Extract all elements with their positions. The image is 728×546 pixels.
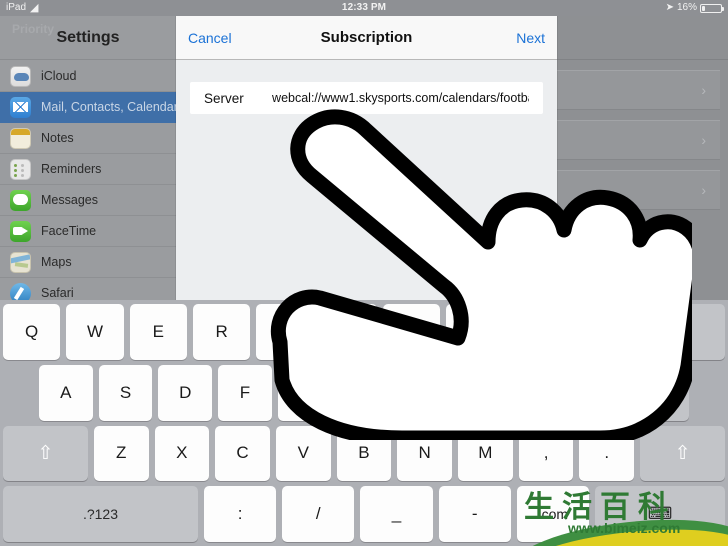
key-i[interactable]: I (446, 304, 504, 360)
backspace-key[interactable]: ⌫ (636, 304, 725, 360)
shift-key-left[interactable]: ⇧ (3, 425, 88, 482)
keyboard-row-1: Q W E R T Y U I O P ⌫ (3, 304, 725, 360)
ghost-label: Priority (12, 22, 55, 36)
key-f[interactable]: F (218, 364, 272, 421)
key-comma[interactable]: , (518, 425, 574, 482)
battery-icon (700, 3, 724, 13)
sidebar-item-label: Mail, Contacts, Calendars (41, 100, 176, 114)
chevron-right-icon: › (701, 132, 706, 148)
sidebar-item-icloud[interactable]: iCloud (0, 61, 176, 92)
sidebar-item-maps[interactable]: Maps (0, 247, 176, 278)
key-w[interactable]: W (66, 304, 124, 360)
key-p[interactable]: P (572, 304, 631, 360)
sidebar-item-label: Messages (41, 193, 98, 207)
shift-arrow-icon: ⇧ (674, 442, 691, 464)
status-bar-right: ➤ 16% (665, 0, 724, 16)
keyboard-dismiss-icon: ⌨ (647, 504, 673, 524)
icloud-icon (10, 65, 31, 87)
key-dotcom[interactable]: .com (516, 486, 589, 542)
server-field-group: Server webcal://www1.skysports.com/calen… (190, 82, 543, 114)
server-input[interactable]: webcal://www1.skysports.com/calendars/fo… (272, 91, 529, 105)
sidebar-item-reminders[interactable]: Reminders (0, 154, 176, 185)
messages-icon (10, 189, 31, 211)
sidebar-item-label: Reminders (41, 162, 102, 176)
sidebar-item-label: Notes (41, 131, 74, 145)
key-e[interactable]: E (129, 304, 187, 360)
sidebar-item-mail-contacts-calendars[interactable]: Mail, Contacts, Calendars (0, 92, 176, 123)
modal-navbar: Cancel Subscription Next (176, 16, 557, 60)
key-hyphen[interactable]: - (438, 486, 511, 542)
server-field-row[interactable]: Server webcal://www1.skysports.com/calen… (190, 82, 543, 114)
key-slash[interactable]: / (282, 486, 355, 542)
battery-percent-label: 16% (676, 2, 697, 13)
key-n[interactable]: N (397, 425, 453, 482)
chevron-right-icon: › (701, 82, 706, 98)
keyboard-row-3: ⇧ Z X C V B N M , . ⇧ (3, 425, 725, 482)
key-z[interactable]: Z (93, 425, 149, 482)
sidebar-item-label: iCloud (41, 69, 77, 83)
key-period[interactable]: . (579, 425, 635, 482)
key-dotcom-label: .com (537, 506, 569, 523)
status-bar: iPad ◢ 12:33 PM ➤ 16% (0, 0, 728, 16)
page-title: Settings (56, 28, 120, 46)
sidebar-item-label: Safari (41, 286, 74, 300)
shift-key-right[interactable]: ⇧ (640, 425, 725, 482)
sidebar-item-label: Maps (41, 255, 72, 269)
key-q[interactable]: Q (3, 304, 61, 360)
key-a[interactable]: A (39, 364, 93, 421)
notes-icon (10, 127, 31, 149)
key-o[interactable]: O (509, 304, 567, 360)
modal-title: Subscription (320, 29, 413, 46)
shift-arrow-icon: ⇧ (37, 442, 54, 464)
key-x[interactable]: X (154, 425, 210, 482)
key-s[interactable]: S (98, 364, 153, 421)
sidebar-list: iCloud Mail, Contacts, Calendars Notes R… (0, 60, 176, 309)
sidebar-header: Priority Settings (0, 16, 176, 60)
location-arrow-icon: ➤ (665, 2, 674, 13)
key-h[interactable]: H (337, 364, 392, 421)
delete-icon: ⌫ (668, 321, 693, 341)
return-key[interactable]: return (576, 364, 689, 421)
subscription-modal: Cancel Subscription Next Server webcal:/… (176, 16, 557, 300)
key-r[interactable]: R (192, 304, 251, 360)
keyboard-row-4: .?123 : / _ - .com ⌨ (3, 486, 725, 542)
chevron-right-icon: › (701, 182, 706, 198)
facetime-icon (10, 220, 31, 242)
key-underscore[interactable]: _ (360, 486, 433, 542)
server-field-label: Server (204, 90, 244, 106)
onscreen-keyboard: Q W E R T Y U I O P ⌫ A S D F G H J K L … (0, 300, 728, 546)
reminders-icon (10, 158, 31, 180)
key-g[interactable]: G (277, 364, 332, 421)
key-c[interactable]: C (215, 425, 270, 482)
key-u[interactable]: U (382, 304, 441, 360)
key-l[interactable]: L (516, 364, 571, 421)
mail-icon (10, 96, 31, 118)
sidebar-item-messages[interactable]: Messages (0, 185, 176, 216)
hide-keyboard-key[interactable]: ⌨ (594, 486, 725, 542)
ipad-screen: Priority Settings iCloud Mail, Contacts,… (0, 0, 728, 546)
key-colon[interactable]: : (203, 486, 277, 542)
key-t[interactable]: T (256, 304, 314, 360)
key-d[interactable]: D (158, 364, 213, 421)
keyboard-row-2: A S D F G H J K L return (3, 364, 725, 421)
clock-label: 12:33 PM (341, 2, 387, 13)
sidebar-item-notes[interactable]: Notes (0, 123, 176, 154)
key-m[interactable]: M (458, 425, 513, 482)
sidebar-item-label: FaceTime (41, 224, 97, 238)
key-v[interactable]: V (275, 425, 331, 482)
key-b[interactable]: B (336, 425, 392, 482)
maps-icon (10, 251, 31, 273)
key-y[interactable]: Y (319, 304, 377, 360)
key-k[interactable]: K (456, 364, 511, 421)
key-j[interactable]: J (397, 364, 451, 421)
numeric-mode-key[interactable]: .?123 (3, 486, 198, 542)
sidebar-item-facetime[interactable]: FaceTime (0, 216, 176, 247)
